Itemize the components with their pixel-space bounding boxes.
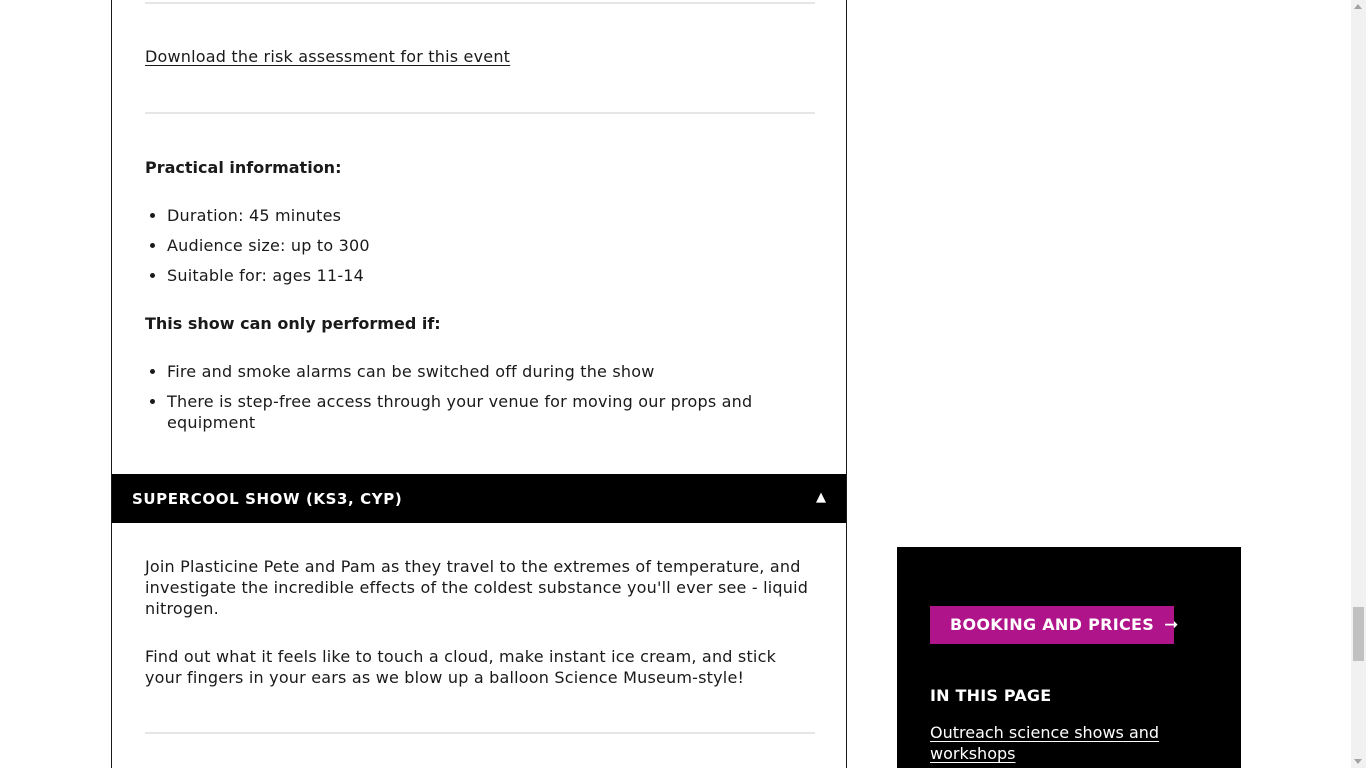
accordion-header-supercool-show[interactable]: SUPERCOOL SHOW (KS3, CYP) ▲	[112, 474, 846, 523]
page: Download the risk assessment for this ev…	[0, 0, 1366, 768]
page-scrollbar[interactable]	[1351, 0, 1366, 768]
in-this-page-link[interactable]: Outreach science shows and workshops	[930, 722, 1190, 764]
list-item: Fire and smoke alarms can be switched of…	[167, 361, 767, 382]
scrollbar-thumb[interactable]	[1353, 607, 1364, 661]
practical-info-list-wrapper: Duration: 45 minutes Audience size: up t…	[145, 205, 815, 295]
divider-middle	[145, 112, 815, 114]
scroll-down-icon[interactable]	[1354, 759, 1362, 764]
arrow-right-icon: ➞	[1164, 615, 1179, 635]
list-item: Duration: 45 minutes	[167, 205, 815, 226]
list-item: Audience size: up to 300	[167, 235, 815, 256]
list-item: Suitable for: ages 11-14	[167, 265, 815, 286]
accordion-body-second: Find out what it feels like to touch a c…	[145, 646, 815, 688]
risk-assessment-section: Download the risk assessment for this ev…	[145, 46, 815, 67]
divider-bottom	[145, 732, 815, 734]
list-item: There is step-free access through your v…	[167, 391, 767, 433]
practical-info-heading: Practical information:	[145, 158, 342, 177]
accordion-paragraph: Find out what it feels like to touch a c…	[145, 647, 777, 687]
conditions-section: This show can only performed if:	[145, 313, 815, 334]
practical-info-section: Practical information:	[145, 157, 815, 178]
booking-button-label: BOOKING AND PRICES	[950, 615, 1155, 634]
main-content-column: Download the risk assessment for this ev…	[111, 0, 847, 768]
scroll-up-icon[interactable]	[1354, 4, 1362, 9]
in-this-page-heading: IN THIS PAGE	[930, 686, 1052, 705]
triangle-up-icon[interactable]: ▲	[816, 488, 826, 508]
accordion-paragraph: Join Plasticine Pete and Pam as they tra…	[145, 557, 809, 618]
conditions-list-wrapper: Fire and smoke alarms can be switched of…	[145, 361, 815, 442]
risk-assessment-link[interactable]: Download the risk assessment for this ev…	[145, 47, 510, 66]
practical-info-list: Duration: 45 minutes Audience size: up t…	[145, 205, 815, 286]
accordion-body: Join Plasticine Pete and Pam as they tra…	[145, 556, 815, 619]
sidebar-panel: BOOKING AND PRICES ➞ IN THIS PAGE Outreac…	[897, 547, 1241, 768]
conditions-list: Fire and smoke alarms can be switched of…	[145, 361, 767, 433]
conditions-heading: This show can only performed if:	[145, 314, 441, 333]
divider-top	[145, 2, 815, 4]
accordion-title: SUPERCOOL SHOW (KS3, CYP)	[132, 490, 403, 508]
booking-and-prices-button[interactable]: BOOKING AND PRICES ➞	[930, 606, 1178, 644]
